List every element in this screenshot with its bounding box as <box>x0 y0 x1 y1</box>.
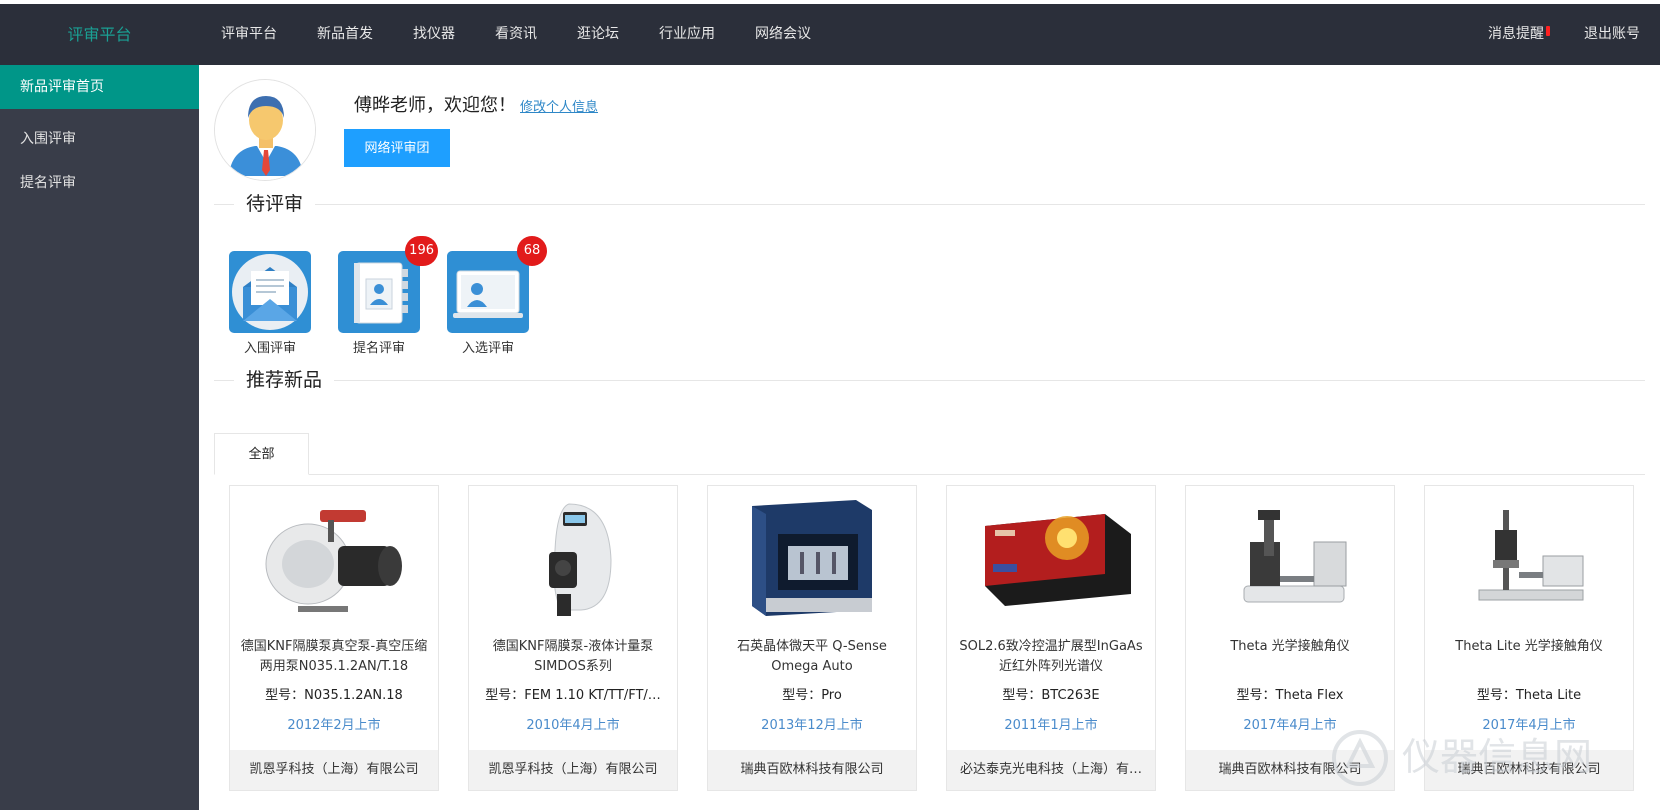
logout-link[interactable]: 退出账号 <box>1584 4 1640 65</box>
product-name: 德国KNF隔膜泵真空泵-真空压缩两用泵N035.1.2AN/T.18 <box>240 639 428 674</box>
watermark-text: 仪器信息网 <box>1402 735 1592 779</box>
nav-forum[interactable]: 逛论坛 <box>577 4 619 65</box>
tile-label: 提名评审 <box>352 341 405 356</box>
review-team-button[interactable]: 网络评审团 <box>344 129 450 167</box>
tile-label: 入选评审 <box>461 341 514 356</box>
dosing-pump-image <box>549 503 612 616</box>
product-company: 瑞典百欧林科技有限公司 <box>708 750 916 790</box>
vacuum-pump-image <box>265 510 402 612</box>
product-model: 型号：Theta Lite <box>1476 688 1582 703</box>
divider <box>214 204 1645 205</box>
address-book-icon: 196 <box>338 236 438 333</box>
main-content: 傅晔老师，欢迎您！ 修改个人信息 网络评审团 待评审 入围评审 196 提名评审… <box>199 65 1660 810</box>
product-name: Theta Lite 光学接触角仪 <box>1455 639 1603 654</box>
product-name: SOL2.6致冷控温扩展型InGaAs近红外阵列光谱仪 <box>959 639 1143 674</box>
user-avatar-icon <box>215 80 315 180</box>
contact-angle-meter-image <box>1243 510 1347 603</box>
site-watermark: 仪器信息网 <box>1332 730 1592 786</box>
microbalance-image <box>752 500 872 616</box>
nav-web-meetings[interactable]: 网络会议 <box>755 4 811 65</box>
tab-all[interactable]: 全部 <box>214 433 309 475</box>
product-name: Theta 光学接触角仪 <box>1230 639 1350 654</box>
top-right-actions: 消息提醒 退出账号 <box>1488 4 1640 65</box>
nav-news[interactable]: 看资讯 <box>495 4 537 65</box>
brand-logo[interactable]: 评审平台 <box>0 4 199 65</box>
sidebar: 新品评审首页 入围评审 提名评审 <box>0 65 199 810</box>
tile-label: 入围评审 <box>243 341 296 356</box>
sidebar-item-home[interactable]: 新品评审首页 <box>0 65 199 109</box>
product-model: 型号：Theta Flex <box>1236 688 1344 703</box>
sidebar-item-shortlist-review[interactable]: 入围评审 <box>0 117 199 161</box>
unread-dot <box>1546 26 1550 36</box>
product-release-date: 2012年2月上市 <box>287 718 381 733</box>
product-model: 型号：BTC263E <box>1002 688 1100 703</box>
nav-find-instruments[interactable]: 找仪器 <box>413 4 455 65</box>
product-model: 型号：FEM 1.10 KT/TT/FT/… <box>485 688 661 703</box>
welcome-text: 傅晔老师，欢迎您！ <box>354 95 516 116</box>
nav-industry-apps[interactable]: 行业应用 <box>659 4 715 65</box>
product-release-date: 2011年1月上市 <box>1004 718 1098 733</box>
product-company: 凯恩孚科技（上海）有限公司 <box>469 750 677 790</box>
sidebar-item-nomination-review[interactable]: 提名评审 <box>0 161 199 205</box>
messages-link[interactable]: 消息提醒 <box>1488 4 1550 65</box>
nomination-count-badge: 196 <box>405 236 438 266</box>
product-company: 凯恩孚科技（上海）有限公司 <box>230 750 438 790</box>
product-name: 石英晶体微天平 Q-Sense Omega Auto <box>737 639 887 674</box>
product-card[interactable]: 德国KNF隔膜泵真空泵-真空压缩两用泵N035.1.2AN/T.18 型号：N0… <box>229 485 439 791</box>
tile-selection-review[interactable]: 68 入选评审 <box>447 236 547 356</box>
avatar <box>214 79 316 181</box>
recommended-section-header: 推荐新品 <box>214 365 1645 395</box>
product-release-date: 2010年4月上市 <box>526 718 620 733</box>
pending-title: 待评审 <box>234 189 316 219</box>
top-nav: 评审平台 新品首发 找仪器 看资讯 逛论坛 行业应用 网络会议 <box>221 4 851 65</box>
envelope-icon <box>229 251 311 333</box>
selection-count-badge: 68 <box>517 236 547 266</box>
pending-section-header: 待评审 <box>214 189 1645 219</box>
top-navbar: 评审平台 评审平台 新品首发 找仪器 看资讯 逛论坛 行业应用 网络会议 消息提… <box>0 4 1660 65</box>
product-card[interactable]: 德国KNF隔膜泵-液体计量泵SIMDOS系列 型号：FEM 1.10 KT/TT… <box>468 485 678 791</box>
product-model: 型号：N035.1.2AN.18 <box>265 688 403 703</box>
tile-nomination-review[interactable]: 196 提名评审 <box>338 236 438 356</box>
product-model: 型号：Pro <box>782 688 842 703</box>
tile-shortlist-review[interactable]: 入围评审 <box>229 251 311 356</box>
edit-profile-link[interactable]: 修改个人信息 <box>520 96 598 115</box>
messages-label: 消息提醒 <box>1488 26 1544 42</box>
spectrometer-image <box>985 514 1131 606</box>
product-card[interactable]: 石英晶体微天平 Q-Sense Omega Auto 型号：Pro 2013年1… <box>707 485 917 791</box>
divider <box>214 380 1645 381</box>
laptop-user-icon: 68 <box>447 236 547 333</box>
nav-new-products[interactable]: 新品首发 <box>317 4 373 65</box>
product-release-date: 2013年12月上市 <box>761 718 863 733</box>
nav-review-platform[interactable]: 评审平台 <box>221 4 277 65</box>
product-name: 德国KNF隔膜泵-液体计量泵SIMDOS系列 <box>492 639 654 674</box>
product-tab-bar: 全部 <box>214 433 1645 475</box>
product-company: 必达泰克光电科技（上海）有… <box>947 750 1155 790</box>
contact-angle-meter-lite-image <box>1478 510 1584 601</box>
product-card[interactable]: SOL2.6致冷控温扩展型InGaAs近红外阵列光谱仪 型号：BTC263E 2… <box>946 485 1156 791</box>
recommended-title: 推荐新品 <box>234 365 335 395</box>
